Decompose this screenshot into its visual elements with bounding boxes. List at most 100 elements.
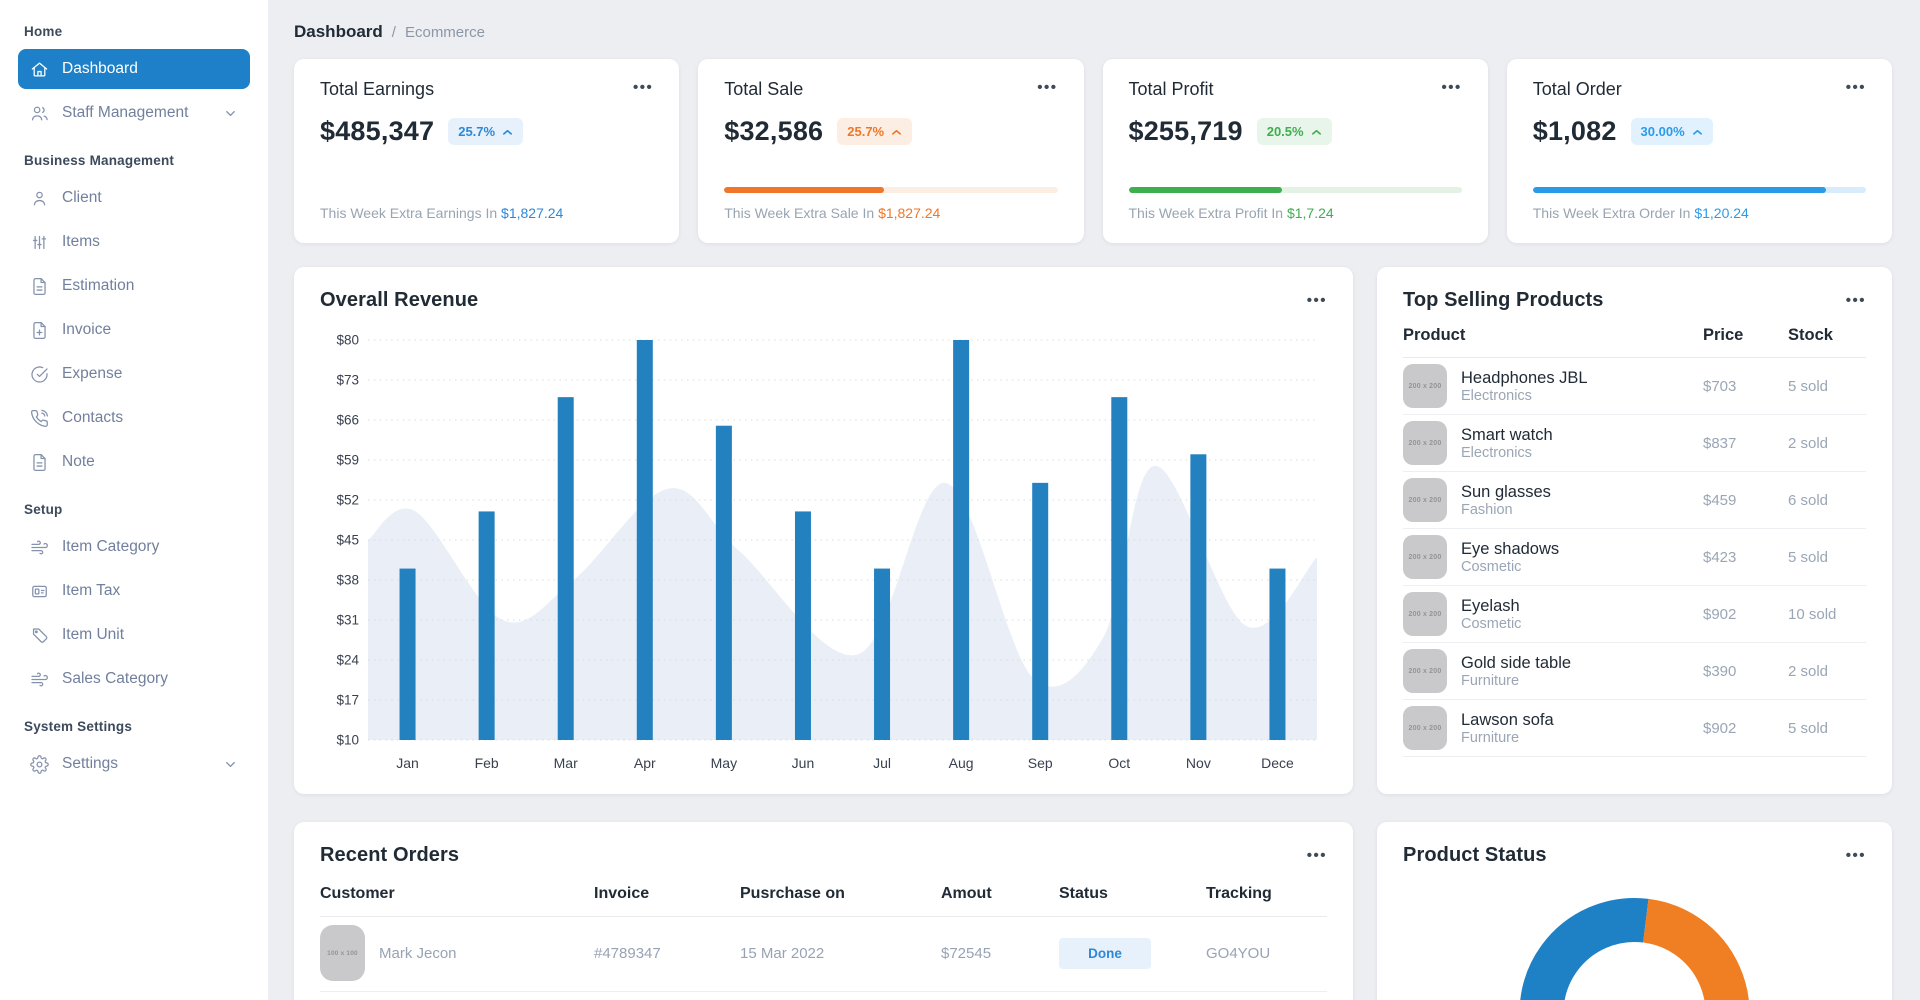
column-invoice: Invoice — [594, 885, 650, 902]
x-axis-tick-label: Jun — [792, 755, 815, 771]
table-row[interactable]: 200 x 200 Headphones JBL Electronics $703 5 … — [1403, 358, 1866, 415]
revenue-bar-aug[interactable] — [953, 340, 970, 740]
ellipsis-menu-icon[interactable] — [633, 79, 653, 97]
sidebar-item-item-unit[interactable]: Item Unit — [18, 615, 250, 655]
phone-icon-wrap — [30, 409, 49, 428]
table-row[interactable]: 200 x 200 Gold side table Furniture $390 2 s… — [1403, 643, 1866, 700]
sidebar-item-dashboard[interactable]: Dashboard — [18, 49, 250, 89]
tag-icon — [32, 627, 48, 643]
weekly-progress-bar — [724, 187, 1058, 193]
product-stock: 2 sold — [1788, 662, 1829, 680]
y-axis-tick-label: $66 — [336, 413, 359, 428]
table-row[interactable]: 200 x 200 Sun glasses Fashion $459 6 sold — [1403, 472, 1866, 529]
revenue-bar-nov[interactable] — [1190, 454, 1207, 740]
x-axis-tick-label: Dece — [1261, 755, 1294, 771]
chevron-up-icon — [892, 129, 902, 135]
breadcrumb-page[interactable]: Ecommerce — [405, 24, 485, 41]
recent-orders-title: Recent Orders — [320, 844, 460, 866]
sidebar-nav: Home Dashboard Staff Management Business Ma… — [18, 24, 250, 784]
product-status-title: Product Status — [1403, 844, 1547, 866]
table-row[interactable]: 200 x 200 Eyelash Cosmetic $902 10 sold — [1403, 586, 1866, 643]
product-name: Eye shadows — [1461, 539, 1560, 558]
stat-card-value: $485,347 — [320, 116, 435, 146]
stat-card-footer: This Week Extra Profit In $1,7.24 — [1129, 205, 1462, 221]
revenue-bar-oct[interactable] — [1111, 397, 1128, 740]
breadcrumb-current[interactable]: Dashboard — [294, 22, 383, 42]
sidebar-item-note[interactable]: Note — [18, 442, 250, 482]
revenue-bar-jun[interactable] — [794, 511, 811, 740]
sidebar-item-estimation[interactable]: Estimation — [18, 266, 250, 306]
ellipsis-menu-icon[interactable] — [1307, 292, 1327, 310]
ellipsis-menu-icon[interactable] — [1846, 292, 1866, 310]
ellipsis-menu-icon[interactable] — [1037, 79, 1057, 97]
donut-orange-segment[interactable] — [1642, 898, 1749, 1000]
product-thumbnail: 200 x 200 — [1403, 592, 1447, 636]
y-axis-tick-label: $80 — [336, 333, 359, 348]
revenue-bar-feb[interactable] — [478, 511, 495, 740]
product-status-donut-chart — [1520, 898, 1749, 1000]
sidebar-item-client[interactable]: Client — [18, 178, 250, 218]
sidebar-item-item-tax[interactable]: Item Tax — [18, 571, 250, 611]
revenue-area-series — [368, 465, 1317, 740]
chevron-up-icon — [1311, 129, 1321, 135]
ellipsis-menu-icon[interactable] — [1441, 79, 1461, 97]
footer-text: This Week Extra Order In — [1532, 205, 1695, 221]
sidebar-item-sales-category[interactable]: Sales Category — [18, 659, 250, 699]
thumbnail-placeholder-label: 200 x 200 — [1408, 724, 1442, 732]
product-category: Cosmetic — [1461, 559, 1522, 576]
sidebar-item-items[interactable]: Items — [18, 222, 250, 262]
users-icon — [31, 106, 48, 120]
column-customer: Customer — [320, 885, 395, 902]
ellipsis-menu-icon[interactable] — [1846, 79, 1866, 97]
sliders-icon-wrap — [30, 233, 49, 252]
revenue-bar-mar[interactable] — [557, 397, 574, 740]
table-row[interactable]: 200 x 200 Lawson sofa Furniture $902 5 sold — [1403, 700, 1866, 757]
y-axis-tick-label: $10 — [336, 733, 359, 748]
product-price: $703 — [1703, 377, 1737, 395]
sidebar-item-label: Expense — [62, 365, 123, 382]
revenue-bar-dece[interactable] — [1269, 568, 1286, 740]
revenue-bar-jul[interactable] — [874, 568, 891, 740]
sidebar-item-settings[interactable]: Settings — [18, 744, 250, 784]
revenue-bar-jan[interactable] — [399, 568, 416, 740]
badge-percent: 20.5% — [1266, 124, 1304, 139]
donut-blue-segment[interactable] — [1520, 898, 1649, 1000]
sidebar-item-expense[interactable]: Expense — [18, 354, 250, 394]
stat-card-total-profit: Total Profit $255,719 20.5% This Week Extra… — [1102, 59, 1488, 243]
sidebar-section-setup: Setup Item Category Item Tax Item Unit Sales… — [18, 502, 250, 699]
product-cell: 200 x 200 Eye shadows Cosmetic — [1403, 535, 1703, 579]
person-icon-wrap — [30, 189, 49, 208]
chevron-down-icon — [226, 110, 235, 116]
table-row[interactable]: 200 x 200 Smart watch Electronics $837 2 sol… — [1403, 415, 1866, 472]
stat-card-footer: This Week Extra Earnings In $1,827.24 — [320, 205, 653, 221]
chevron-up-icon-wrap — [1692, 128, 1703, 136]
gear-icon — [30, 754, 49, 774]
product-price: $837 — [1703, 434, 1737, 452]
stat-card-total-order: Total Order $1,082 30.00% This Week Extra O… — [1506, 59, 1892, 243]
weekly-progress-bar — [1128, 187, 1462, 193]
sidebar-item-invoice[interactable]: Invoice — [18, 310, 250, 350]
orders-table-body: 100 x 100 Mark Jecon #4789347 15 Mar 2022 $7… — [320, 917, 1327, 1000]
sidebar-item-staff-management[interactable]: Staff Management — [18, 93, 250, 133]
sidebar-item-contacts[interactable]: Contacts — [18, 398, 250, 438]
ellipsis-menu-icon[interactable] — [1846, 847, 1866, 865]
stat-card-footer: This Week Extra Order In $1,20.24 — [1533, 205, 1866, 221]
product-name: Gold side table — [1461, 653, 1572, 672]
ellipsis-menu-icon[interactable] — [1307, 847, 1327, 865]
revenue-bar-sep[interactable] — [1032, 482, 1049, 740]
document-icon — [33, 453, 46, 471]
chevron-up-icon — [1692, 129, 1702, 135]
document-icon-wrap — [30, 277, 49, 296]
revenue-bar-may[interactable] — [715, 425, 732, 740]
column-price: Price — [1703, 326, 1744, 344]
table-row[interactable]: 200 x 200 Eye shadows Cosmetic $423 5 sold — [1403, 529, 1866, 586]
sidebar-item-item-category[interactable]: Item Category — [18, 527, 250, 567]
product-stock: 5 sold — [1788, 548, 1829, 566]
breadcrumb: Dashboard / Ecommerce — [294, 22, 1892, 42]
top-selling-products-panel: Top Selling Products Product Price Stock… — [1377, 267, 1892, 794]
product-stock: 10 sold — [1788, 605, 1837, 623]
table-row[interactable]: 100 x 100 Mark Jecon #4789347 15 Mar 2022 $7… — [320, 917, 1327, 992]
y-axis-tick-label: $17 — [336, 693, 359, 708]
revenue-bar-apr[interactable] — [636, 340, 653, 740]
sidebar-item-label: Item Category — [62, 538, 160, 555]
